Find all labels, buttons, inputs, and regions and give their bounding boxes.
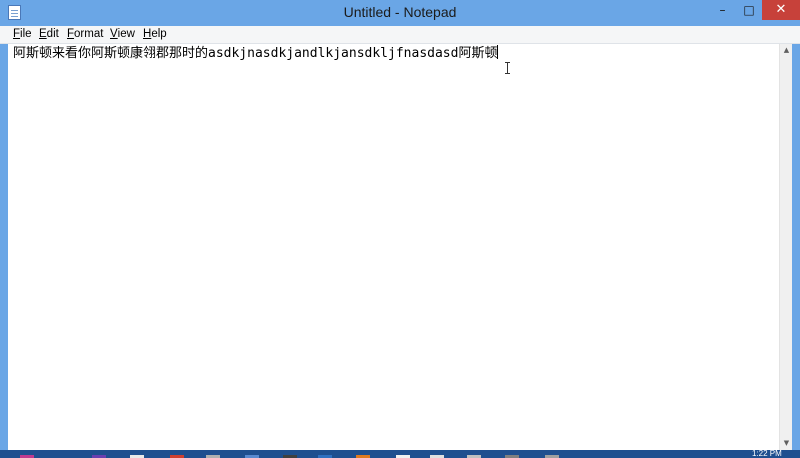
close-button[interactable]: ✕ [762, 0, 800, 20]
text-caret [497, 45, 499, 59]
ibeam-cursor-icon [505, 62, 510, 74]
menu-view-accel: V [110, 28, 118, 40]
scroll-up-arrow-icon[interactable]: ▲ [780, 44, 793, 57]
menu-help[interactable]: Help [143, 27, 167, 42]
vertical-scrollbar[interactable]: ▲ ▼ [779, 44, 792, 450]
editor-text: 阿斯顿来看你阿斯顿康翎郡那时的asdkjnasdkjandlkjansdkljf… [13, 46, 498, 61]
minimize-button[interactable]: – [709, 0, 736, 20]
menu-edit-label: dit [46, 28, 59, 40]
menu-edit-accel: E [39, 28, 47, 40]
menu-file-label: ile [20, 28, 32, 40]
menu-view-label: iew [117, 28, 135, 40]
menu-format-accel: F [67, 28, 75, 40]
title-bar[interactable]: Untitled - Notepad – □ ✕ [0, 0, 800, 26]
menu-edit[interactable]: Edit [39, 27, 59, 42]
menu-bar: File Edit Format View Help [0, 26, 800, 44]
menu-file-accel: F [13, 28, 21, 40]
menu-view[interactable]: View [110, 27, 135, 42]
window-title: Untitled - Notepad [343, 4, 457, 20]
menu-format-label: ormat [74, 28, 104, 40]
taskbar-clock: 1:22 PM [752, 449, 782, 458]
notepad-window: Untitled - Notepad – □ ✕ File Edit Forma… [0, 0, 800, 458]
menu-help-accel: H [143, 28, 152, 40]
maximize-button[interactable]: □ [736, 0, 762, 20]
menu-help-label: elp [151, 28, 167, 40]
text-editor-area[interactable]: 阿斯顿来看你阿斯顿康翎郡那时的asdkjnasdkjandlkjansdkljf… [8, 44, 779, 450]
menu-file[interactable]: File [13, 27, 32, 42]
menu-format[interactable]: Format [67, 27, 103, 42]
editor-content[interactable]: 阿斯顿来看你阿斯顿康翎郡那时的asdkjnasdkjandlkjansdkljf… [13, 45, 499, 62]
